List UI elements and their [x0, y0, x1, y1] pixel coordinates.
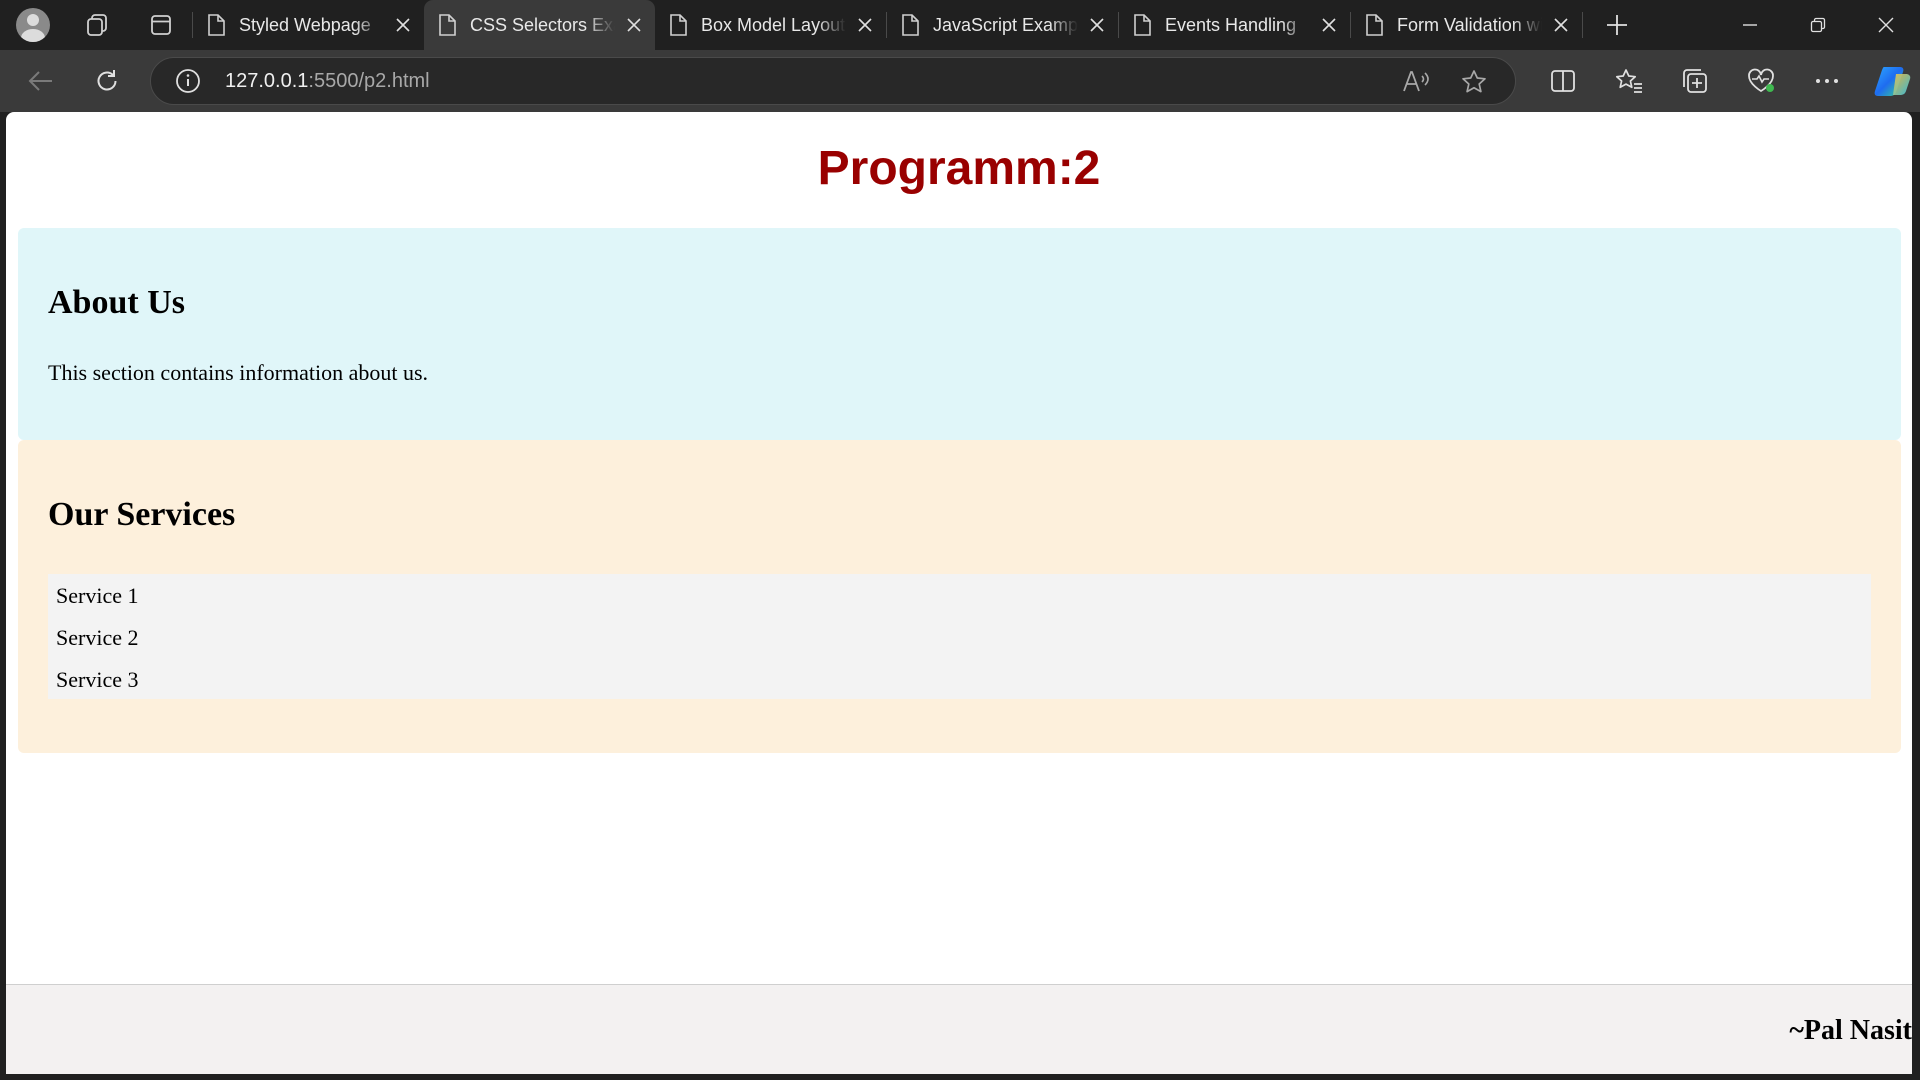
tab-strip: Styled Webpage CSS Selectors Example Box… — [0, 0, 1920, 50]
minimize-button[interactable] — [1716, 0, 1784, 50]
about-text: This section contains information about … — [48, 360, 429, 385]
site-info-button[interactable] — [173, 66, 203, 96]
tab-title: Events Handling — [1165, 14, 1297, 35]
tab-title: JavaScript Example — [933, 14, 1078, 35]
services-list: Service 1 Service 2 Service 3 — [48, 574, 1871, 699]
tab-form-validation[interactable]: Form Validation with JavaScript — [1351, 0, 1582, 50]
close-icon[interactable] — [1086, 14, 1108, 36]
tab-list: Styled Webpage CSS Selectors Example Box… — [192, 0, 1645, 50]
tab-title: Form Validation with JavaScript — [1397, 14, 1542, 35]
favorite-button[interactable] — [1445, 59, 1503, 105]
window-controls — [1716, 0, 1920, 50]
page-icon — [208, 14, 225, 36]
split-screen-icon — [1551, 70, 1575, 92]
toolbar-right — [1530, 55, 1920, 107]
new-tab-button[interactable] — [1589, 0, 1645, 50]
page-icon — [1366, 14, 1383, 36]
collections-icon — [1683, 69, 1707, 93]
avatar-icon — [16, 8, 50, 42]
close-icon — [1878, 17, 1894, 33]
split-screen-button[interactable] — [1530, 55, 1596, 107]
close-icon[interactable] — [1550, 14, 1572, 36]
collections-button[interactable] — [1662, 55, 1728, 107]
copilot-icon — [1874, 67, 1911, 96]
list-item: Service 2 — [56, 625, 139, 650]
page-icon — [439, 14, 456, 36]
page-viewport: Programm:2 About Us This section contain… — [6, 112, 1912, 1074]
tab-styled-webpage[interactable]: Styled Webpage — [193, 0, 424, 50]
page-icon — [670, 14, 687, 36]
restore-icon — [1810, 17, 1826, 33]
read-aloud-button[interactable] — [1387, 59, 1445, 105]
services-section: Our Services Service 1 Service 2 Service… — [18, 440, 1901, 753]
page-footer: ~Pal Nasit — [6, 984, 1912, 1074]
favorites-button[interactable] — [1596, 55, 1662, 107]
url-host: 127.0.0.1 — [225, 69, 309, 92]
address-actions — [1387, 58, 1503, 106]
tab-title: Styled Webpage — [239, 14, 371, 35]
refresh-icon — [97, 70, 117, 91]
more-button[interactable] — [1794, 55, 1860, 107]
tab-box-model[interactable]: Box Model Layout — [655, 0, 886, 50]
close-icon[interactable] — [392, 14, 414, 36]
address-bar[interactable]: 127.0.0.1:5500/p2.html — [150, 57, 1516, 105]
workspaces-icon — [87, 14, 107, 36]
plus-icon — [1607, 15, 1627, 35]
tab-title: CSS Selectors Example — [470, 14, 615, 35]
refresh-button[interactable] — [78, 55, 136, 107]
heartbeat-icon — [1748, 68, 1774, 93]
tab-javascript-example[interactable]: JavaScript Example — [887, 0, 1118, 50]
url-path: :5500/p2.html — [308, 69, 430, 92]
tab-css-selectors[interactable]: CSS Selectors Example — [424, 0, 655, 50]
page-icon — [1134, 14, 1151, 36]
favorites-icon — [1615, 69, 1642, 93]
minimize-icon — [1743, 24, 1757, 26]
close-icon[interactable] — [623, 14, 645, 36]
close-icon[interactable] — [854, 14, 876, 36]
close-icon[interactable] — [1318, 14, 1340, 36]
tab-title: Box Model Layout — [701, 14, 846, 35]
restore-button[interactable] — [1784, 0, 1852, 50]
back-button[interactable] — [12, 55, 70, 107]
tab-actions-button[interactable] — [136, 0, 186, 50]
tab-actions-icon — [151, 15, 171, 35]
about-heading: About Us — [48, 284, 185, 321]
browser-essentials-button[interactable] — [1728, 55, 1794, 107]
services-heading: Our Services — [48, 496, 236, 533]
list-item: Service 1 — [56, 583, 139, 608]
window-close-button[interactable] — [1852, 0, 1920, 50]
browser-toolbar: 127.0.0.1:5500/p2.html — [0, 50, 1920, 112]
read-aloud-icon — [1403, 71, 1429, 92]
about-section: About Us This section contains informati… — [18, 228, 1901, 440]
tab-events-handling[interactable]: Events Handling — [1119, 0, 1350, 50]
page-icon — [902, 14, 919, 36]
back-arrow-icon — [28, 71, 52, 91]
info-icon — [176, 69, 200, 93]
page-title: Programm:2 — [817, 142, 1101, 195]
workspaces-button[interactable] — [72, 0, 122, 50]
url-text[interactable]: 127.0.0.1:5500/p2.html — [225, 70, 430, 93]
tab-divider — [1582, 12, 1583, 38]
footer-signature: ~Pal Nasit — [1789, 1015, 1912, 1046]
star-icon — [1462, 70, 1486, 93]
list-item: Service 3 — [56, 667, 139, 692]
profile-button[interactable] — [8, 0, 58, 50]
more-icon — [1816, 79, 1838, 83]
copilot-button[interactable] — [1860, 55, 1920, 107]
